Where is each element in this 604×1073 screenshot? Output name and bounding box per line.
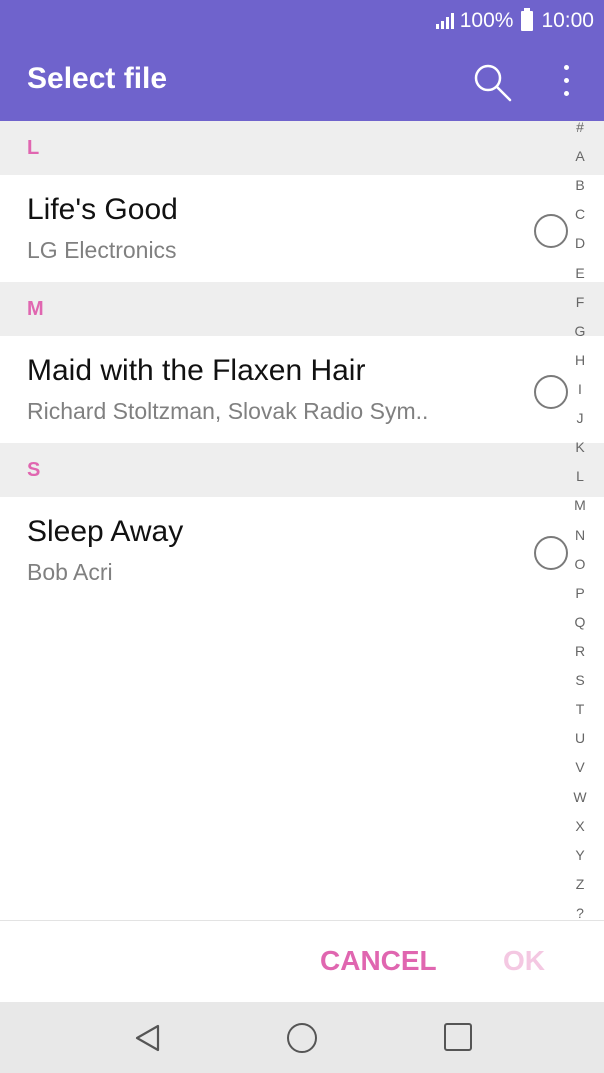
item-subtitle: LG Electronics [27,237,177,263]
clock: 10:00 [541,9,594,32]
index-letter[interactable]: L [576,469,584,483]
index-letter[interactable]: I [578,382,582,396]
index-letter[interactable]: H [575,353,585,367]
index-letter[interactable]: S [575,673,584,687]
navigation-bar [0,1002,604,1073]
battery-icon [521,8,534,31]
section-header: L [0,121,604,175]
index-letter[interactable]: K [575,440,584,454]
index-letter[interactable]: W [573,790,586,804]
index-letter[interactable]: R [575,644,585,658]
index-letter[interactable]: T [576,702,585,716]
item-title: Sleep Away [27,515,184,548]
index-letter[interactable]: F [576,295,585,309]
alphabet-index[interactable]: # A B C D E F G H I J K L M N O P Q R S T U V W X Y Z? [565,120,595,920]
list-item[interactable]: Life's Good LG Electronics [0,175,604,282]
item-subtitle: Richard Stoltzman, Slovak Radio Sym.. [27,398,429,424]
page-title: Select file [27,62,168,95]
signal-icon [435,13,454,29]
item-title: Life's Good [27,193,178,226]
index-letter[interactable]: X [575,819,584,833]
index-letter[interactable]: U [575,731,585,745]
section-header: M [0,282,604,336]
status-bar: 100% 10:00 [435,8,594,34]
search-icon [474,64,512,102]
index-letter[interactable]: M [574,498,586,512]
index-letter[interactable]: Q [575,615,586,629]
index-letter[interactable]: J [577,411,584,425]
index-letter[interactable]: Y [575,848,584,862]
select-radio[interactable] [534,214,568,248]
index-letter[interactable]: O [575,557,586,571]
app-bar: 100% 10:00 Select file [0,0,604,121]
more-vert-icon [563,64,569,70]
index-letter[interactable]: A [575,149,584,163]
select-radio[interactable] [534,375,568,409]
divider [0,920,604,921]
index-letter[interactable]: E [575,266,584,280]
item-subtitle: Bob Acri [27,559,113,585]
index-letter[interactable]: V [575,760,584,774]
section-header: S [0,443,604,497]
index-letter[interactable]: B [575,178,584,192]
home-button[interactable] [287,1023,317,1053]
recent-apps-button[interactable] [444,1023,472,1051]
search-button[interactable] [470,60,514,104]
list-item[interactable]: Sleep Away Bob Acri [0,497,604,604]
index-letter[interactable]: C [575,207,585,221]
list-item[interactable]: Maid with the Flaxen Hair Richard Stoltzm… [0,336,604,443]
select-radio[interactable] [534,536,568,570]
index-letter[interactable]: P [575,586,584,600]
back-button[interactable] [132,1022,164,1054]
cancel-button[interactable]: CANCEL [320,945,437,977]
battery-percent: 100% [459,9,514,32]
index-letter[interactable]: D [575,236,585,250]
index-letter[interactable]: ? [576,906,584,920]
file-picker-screen: 100% 10:00 Select file L Life's Good LG El… [0,0,604,1073]
back-icon [135,1024,160,1052]
ok-button[interactable]: OK [503,945,545,977]
file-list: L Life's Good LG Electronics M Maid with the… [0,121,604,604]
more-options-button[interactable] [548,58,584,102]
item-title: Maid with the Flaxen Hair [27,354,366,387]
index-letter[interactable]: # [576,120,584,134]
index-letter[interactable]: G [575,324,586,338]
index-letter[interactable]: Z [576,877,585,891]
index-letter[interactable]: N [575,528,585,542]
